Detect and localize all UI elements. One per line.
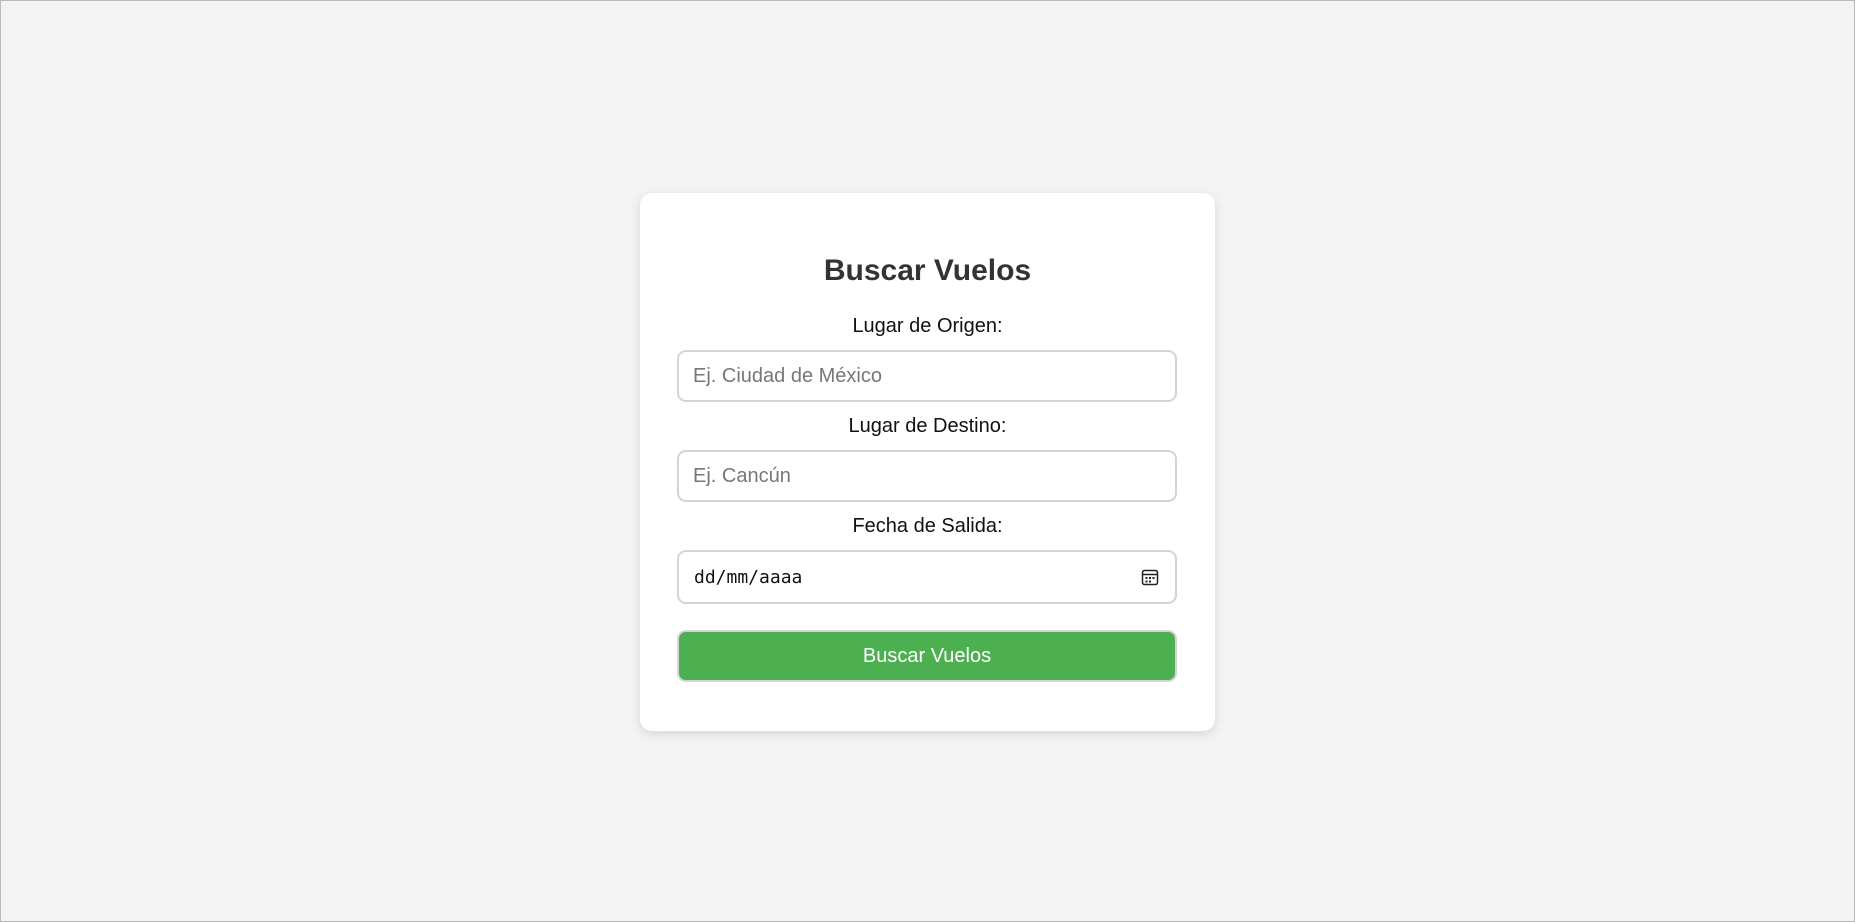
search-flights-button[interactable]: Buscar Vuelos <box>677 630 1177 682</box>
date-format-text: dd/mm/aaaa <box>694 566 803 588</box>
origin-label: Lugar de Origen: <box>852 315 1003 337</box>
calendar-icon[interactable] <box>1140 567 1160 587</box>
flight-search-card: Buscar Vuelos Lugar de Origen: Lugar de … <box>640 193 1215 731</box>
destination-label: Lugar de Destino: <box>848 415 1007 437</box>
destination-input[interactable] <box>677 450 1177 502</box>
departure-date-label: Fecha de Salida: <box>852 515 1003 537</box>
departure-date-input[interactable]: dd/mm/aaaa <box>677 550 1177 604</box>
form-title: Buscar Vuelos <box>823 254 1032 287</box>
origin-input[interactable] <box>677 350 1177 402</box>
